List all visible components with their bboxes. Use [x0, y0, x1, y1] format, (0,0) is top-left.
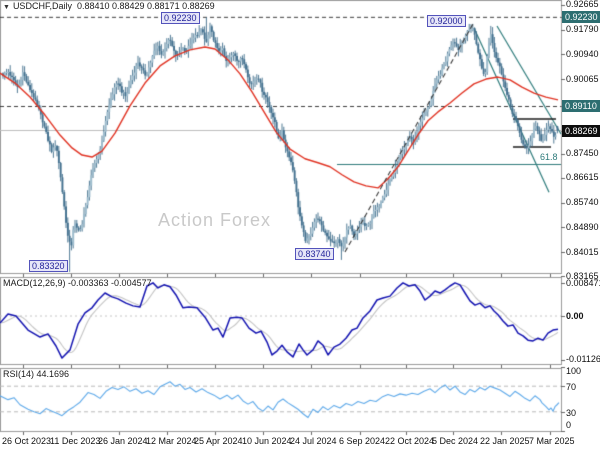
date-axis-label: 7 Mar 2025 [529, 436, 575, 446]
macd-axis-label: 0.00 [566, 310, 584, 321]
date-axis-label: 26 Oct 2023 [2, 436, 52, 446]
rsi-indicator-label: RSI(14) 44.1696 [3, 369, 70, 379]
date-axis-label: 6 Sep 2024 [339, 436, 386, 446]
rsi-axis-label: 30 [566, 407, 577, 418]
price-axis-label: 0.90940 [566, 48, 599, 59]
chart-canvas[interactable] [0, 0, 600, 450]
current-price-axis-tag: 0.88269 [562, 124, 600, 137]
date-axis-label: 22 Jan 2025 [480, 436, 530, 446]
fib-ratio-label: 61.8 [540, 152, 558, 162]
date-axis-label: 25 Apr 2024 [194, 436, 243, 446]
date-axis-label: 24 Jul 2024 [290, 436, 337, 446]
price-level-tag: 0.83320 [29, 260, 68, 272]
price-axis-label: 0.84890 [566, 221, 599, 232]
price-axis-label: 0.87450 [566, 148, 599, 159]
collapse-icon[interactable]: ▼ [3, 4, 10, 11]
price-level-tag: 0.92000 [427, 15, 466, 27]
price-axis-label: 0.86615 [566, 172, 599, 183]
price-axis-label: 0.84015 [566, 246, 599, 257]
date-axis-label: 12 Mar 2024 [146, 436, 197, 446]
chart-title: ▼ USDCHF,Daily 0.88410 0.88429 0.88171 0.… [3, 1, 215, 11]
macd-axis-label: 0.008471 [566, 277, 600, 288]
rsi-axis-label: 100 [566, 366, 582, 376]
date-axis-label: 22 Oct 2024 [385, 436, 435, 446]
price-axis-label: 0.92665 [566, 0, 599, 10]
level-price-axis-tag: 0.89110 [562, 100, 600, 113]
date-axis-label: 10 Jun 2024 [242, 436, 292, 446]
date-axis-label: 11 Dec 2023 [50, 436, 101, 446]
rsi-axis-label: 0 [566, 420, 572, 430]
rsi-axis-label: 70 [566, 382, 577, 393]
symbol-label: USDCHF,Daily [12, 1, 72, 11]
macd-axis-label: -0.011265 [566, 354, 600, 365]
price-axis-label: 0.91790 [566, 24, 599, 35]
price-level-tag: 0.92230 [161, 12, 200, 24]
date-axis-label: 5 Dec 2024 [432, 436, 479, 446]
ohlc-quotes: 0.88410 0.88429 0.88171 0.88269 [76, 1, 215, 11]
trading-chart-window: Action Forex ▼USDCHF,Daily 0.88410 0.884… [0, 0, 600, 450]
price-axis-label: 0.90065 [566, 73, 599, 84]
price-level-tag: 0.83740 [295, 248, 334, 260]
price-axis-label: 0.85740 [566, 197, 599, 208]
macd-indicator-label: MACD(12,26,9) -0.003363 -0.004577 [3, 278, 152, 288]
date-axis-label: 26 Jan 2024 [98, 436, 148, 446]
level-price-axis-tag: 0.92230 [562, 11, 600, 24]
